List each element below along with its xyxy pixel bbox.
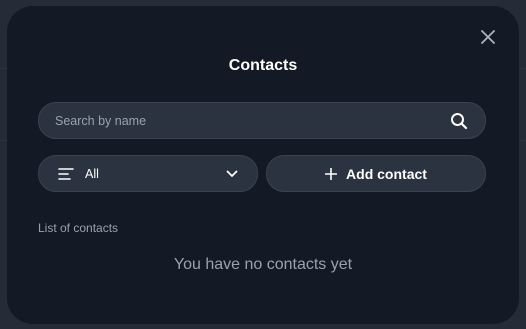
add-contact-label: Add contact	[346, 165, 427, 182]
add-contact-button[interactable]: Add contact	[266, 155, 486, 192]
plus-icon	[325, 167, 338, 180]
contacts-list-heading: List of contacts	[38, 221, 119, 235]
close-button[interactable]	[479, 28, 497, 46]
search-icon[interactable]	[449, 111, 469, 131]
search-input[interactable]	[39, 103, 449, 138]
filter-selected-value: All	[85, 166, 99, 181]
search-field[interactable]	[38, 102, 486, 139]
contacts-modal: Contacts All Add contact	[7, 6, 519, 324]
chevron-down-icon	[226, 168, 238, 180]
filter-lines-icon	[58, 167, 74, 181]
empty-state-message: You have no contacts yet	[173, 256, 353, 273]
modal-title: Contacts	[228, 57, 298, 74]
close-icon	[481, 30, 495, 44]
filter-dropdown[interactable]: All	[38, 155, 258, 192]
